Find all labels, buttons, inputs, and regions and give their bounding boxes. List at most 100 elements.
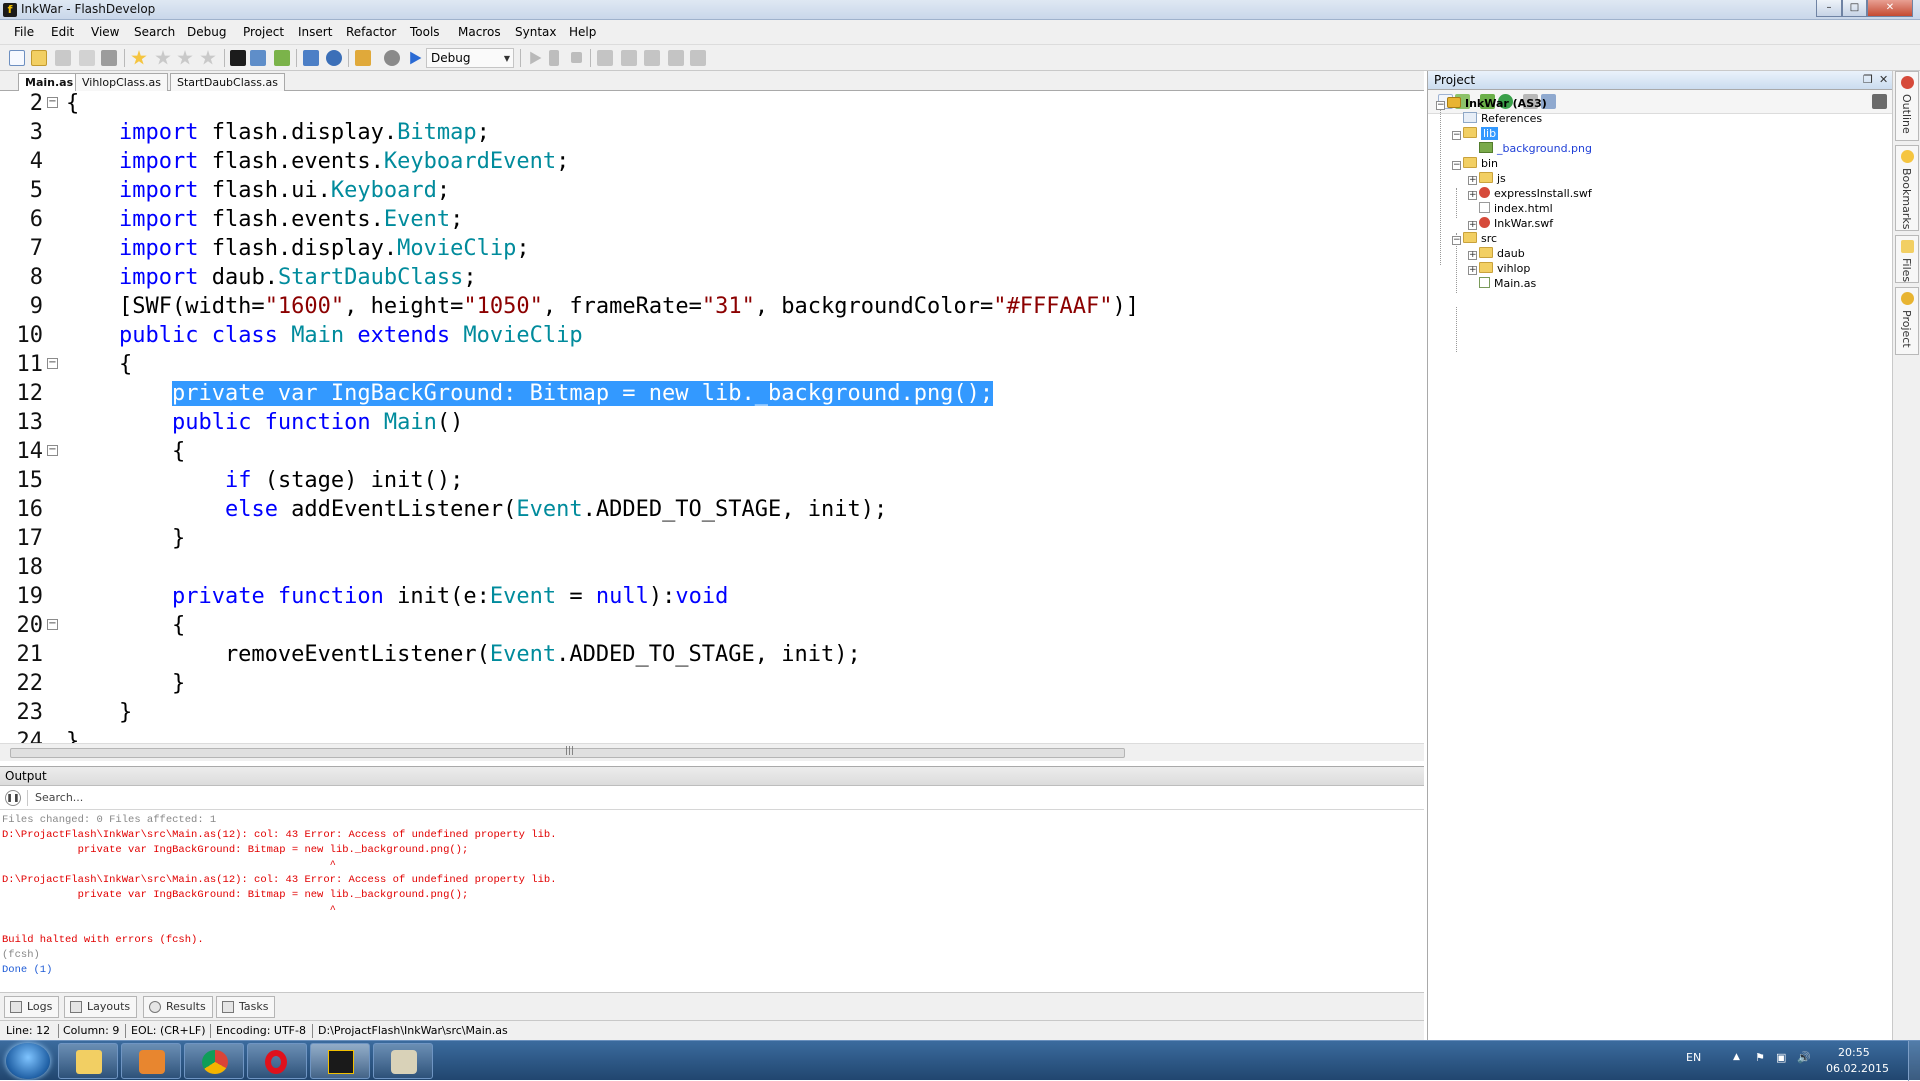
fold-toggle-icon[interactable]: − bbox=[47, 358, 58, 369]
network-icon[interactable]: ▣ bbox=[1776, 1051, 1786, 1064]
fold-toggle-icon[interactable]: − bbox=[47, 97, 58, 108]
menu-help[interactable]: Help bbox=[569, 25, 596, 39]
menu-file[interactable]: File bbox=[14, 25, 34, 39]
menu-macros[interactable]: Macros bbox=[458, 25, 501, 39]
tab-layouts[interactable]: Layouts bbox=[64, 996, 138, 1018]
tab-vihlopclass-as[interactable]: VihlopClass.as bbox=[75, 73, 168, 91]
layout-icon[interactable] bbox=[250, 50, 266, 66]
tree-item-main-as[interactable]: Main.as bbox=[1479, 277, 1536, 290]
tree-expander[interactable]: + bbox=[1468, 191, 1477, 200]
project-settings-icon[interactable] bbox=[1872, 94, 1887, 109]
tab-startdaubclass-as[interactable]: StartDaubClass.as bbox=[170, 73, 285, 91]
taskbar-flashdevelop[interactable] bbox=[310, 1043, 370, 1079]
tree-item-lib[interactable]: lib bbox=[1463, 127, 1499, 140]
pin-icon[interactable]: ❒ bbox=[1863, 73, 1873, 86]
run-play-icon[interactable] bbox=[410, 51, 422, 65]
side-tab-outline[interactable]: Outline bbox=[1895, 71, 1919, 141]
fold-toggle-icon[interactable]: − bbox=[47, 445, 58, 456]
tree-item-background-png[interactable]: _background.png bbox=[1479, 142, 1592, 155]
tree-item-bin[interactable]: bin bbox=[1463, 157, 1498, 170]
taskbar-chrome[interactable] bbox=[184, 1043, 244, 1079]
code-editor[interactable]: 2−{3 import flash.display.Bitmap; 4 impor… bbox=[0, 91, 1424, 743]
step-into-icon[interactable] bbox=[621, 50, 637, 66]
tree-item-inkwar-swf[interactable]: InkWar.swf bbox=[1479, 217, 1553, 230]
tree-item-vihlop[interactable]: vihlop bbox=[1479, 262, 1530, 275]
menu-debug[interactable]: Debug bbox=[187, 25, 226, 39]
build-project-icon[interactable] bbox=[355, 50, 371, 66]
taskbar-explorer[interactable] bbox=[58, 1043, 118, 1079]
print-icon[interactable] bbox=[101, 50, 117, 66]
language-indicator[interactable]: EN bbox=[1686, 1051, 1701, 1064]
settings-gear-icon[interactable] bbox=[384, 50, 400, 66]
menu-edit[interactable]: Edit bbox=[51, 25, 74, 39]
side-tab-bookmarks[interactable]: Bookmarks bbox=[1895, 145, 1919, 231]
side-tab-project[interactable]: Project bbox=[1895, 287, 1919, 355]
output-search-input[interactable]: Search... bbox=[35, 791, 83, 804]
command-prompt-icon[interactable] bbox=[230, 50, 246, 66]
menu-project[interactable]: Project bbox=[243, 25, 284, 39]
tree-item-js[interactable]: js bbox=[1479, 172, 1506, 185]
tab-logs[interactable]: Logs bbox=[4, 996, 60, 1018]
puzzle-icon[interactable] bbox=[274, 50, 290, 66]
build-configuration-select[interactable]: Debug ▼ bbox=[426, 48, 514, 68]
close-button[interactable]: ✕ bbox=[1867, 0, 1913, 17]
minimize-button[interactable]: – bbox=[1816, 0, 1842, 17]
tree-expander[interactable]: − bbox=[1452, 131, 1461, 140]
close-panel-icon[interactable]: ✕ bbox=[1879, 73, 1888, 86]
open-file-icon[interactable] bbox=[31, 50, 47, 66]
step-return-icon[interactable] bbox=[668, 50, 684, 66]
clock-date[interactable]: 06.02.2015 bbox=[1826, 1062, 1889, 1075]
show-desktop-button[interactable] bbox=[1908, 1041, 1920, 1081]
tree-expander[interactable]: + bbox=[1468, 266, 1477, 275]
taskbar-media-player[interactable] bbox=[121, 1043, 181, 1079]
tree-item-daub[interactable]: daub bbox=[1479, 247, 1525, 260]
bookmark-next-icon[interactable] bbox=[177, 50, 193, 65]
pause-icon[interactable]: ❚❚ bbox=[5, 790, 21, 806]
step-out-icon[interactable] bbox=[644, 50, 660, 66]
fold-toggle-icon[interactable]: − bbox=[47, 619, 58, 630]
save-all-icon[interactable] bbox=[79, 50, 95, 66]
taskbar-opera[interactable] bbox=[247, 1043, 307, 1079]
tree-expander[interactable]: + bbox=[1468, 176, 1477, 185]
debug-continue-icon[interactable] bbox=[530, 51, 542, 65]
volume-icon[interactable]: 🔊 bbox=[1797, 1051, 1811, 1064]
tree-item-index-html[interactable]: index.html bbox=[1479, 202, 1553, 215]
bookmark-star-icon[interactable] bbox=[131, 50, 147, 65]
tree-item-expressinstall-swf[interactable]: expressInstall.swf bbox=[1479, 187, 1592, 200]
menu-view[interactable]: View bbox=[91, 25, 119, 39]
maximize-button[interactable]: □ bbox=[1842, 0, 1867, 17]
save-icon[interactable] bbox=[55, 50, 71, 66]
editor-horizontal-scrollbar[interactable]: ||| bbox=[0, 743, 1424, 761]
step-back-icon[interactable] bbox=[690, 50, 706, 66]
start-button-windows-icon[interactable] bbox=[6, 1043, 50, 1079]
menu-search[interactable]: Search bbox=[134, 25, 175, 39]
check-syntax-icon[interactable] bbox=[303, 50, 319, 66]
new-file-icon[interactable] bbox=[9, 50, 25, 66]
bookmark-clear-icon[interactable] bbox=[200, 50, 216, 65]
tree-item-references[interactable]: References bbox=[1463, 112, 1542, 125]
menu-tools[interactable]: Tools bbox=[410, 25, 440, 39]
tab-tasks[interactable]: Tasks bbox=[216, 996, 276, 1018]
tray-expand-icon[interactable]: ▲ bbox=[1733, 1052, 1740, 1062]
tree-item-src[interactable]: src bbox=[1463, 232, 1497, 245]
refresh-icon[interactable] bbox=[326, 50, 342, 66]
action-center-flag-icon[interactable]: ⚑ bbox=[1755, 1051, 1765, 1064]
tab-main-as[interactable]: Main.as bbox=[18, 73, 81, 92]
tree-expander[interactable]: − bbox=[1452, 236, 1461, 245]
debug-stop-icon[interactable] bbox=[571, 52, 582, 63]
tree-item-inkwar-as3[interactable]: InkWar (AS3) bbox=[1447, 97, 1547, 110]
tree-expander[interactable]: + bbox=[1468, 221, 1477, 230]
menu-refactor[interactable]: Refactor bbox=[346, 25, 396, 39]
debug-pause-icon[interactable] bbox=[549, 50, 559, 66]
tab-results[interactable]: Results bbox=[143, 996, 213, 1018]
clock-time[interactable]: 20:55 bbox=[1838, 1046, 1870, 1059]
step-over-icon[interactable] bbox=[597, 50, 613, 66]
tree-expander[interactable]: + bbox=[1468, 251, 1477, 260]
menu-insert[interactable]: Insert bbox=[298, 25, 332, 39]
bookmark-prev-icon[interactable] bbox=[155, 50, 171, 65]
tree-expander[interactable]: − bbox=[1436, 101, 1445, 110]
tree-expander[interactable]: − bbox=[1452, 161, 1461, 170]
side-tab-files[interactable]: Files bbox=[1895, 235, 1919, 283]
taskbar-paint[interactable] bbox=[373, 1043, 433, 1079]
menu-syntax[interactable]: Syntax bbox=[515, 25, 556, 39]
